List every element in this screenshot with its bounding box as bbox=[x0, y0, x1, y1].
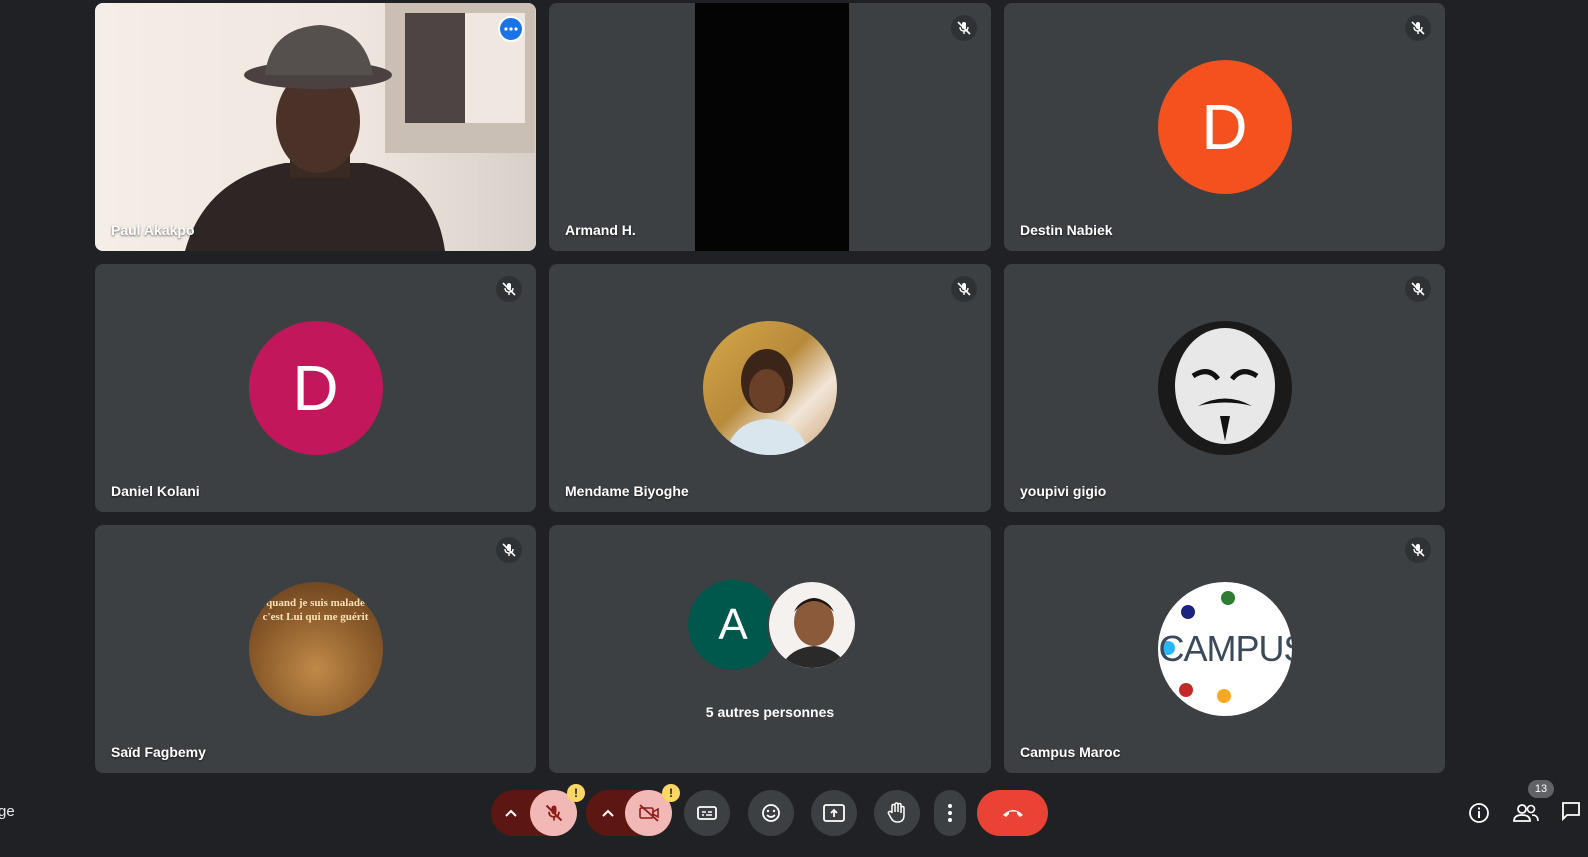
people-icon bbox=[1513, 804, 1539, 822]
mic-muted-icon bbox=[496, 276, 522, 302]
warning-badge: ! bbox=[662, 784, 680, 802]
chat-button[interactable] bbox=[1560, 800, 1588, 826]
mic-muted-icon bbox=[496, 537, 522, 563]
leave-call-button[interactable] bbox=[977, 790, 1048, 836]
video-feed-paul bbox=[95, 3, 536, 251]
participant-name: Daniel Kolani bbox=[111, 483, 200, 499]
info-icon bbox=[1469, 803, 1489, 823]
people-count-badge: 13 bbox=[1528, 780, 1554, 798]
participant-name: Saïd Fagbemy bbox=[111, 744, 206, 760]
camera-off-icon bbox=[638, 804, 659, 822]
chat-icon bbox=[1562, 802, 1580, 822]
tile-daniel-kolani[interactable]: D Daniel Kolani bbox=[95, 264, 536, 512]
avatar-mask-image bbox=[1157, 321, 1292, 455]
avatar-initial: D bbox=[1201, 91, 1248, 163]
avatar-image-text: quand je suis malade c'est Lui qui me gu… bbox=[262, 597, 369, 623]
reactions-button[interactable] bbox=[748, 790, 794, 836]
camera-toggle-button[interactable]: ! bbox=[625, 784, 680, 836]
raise-hand-button[interactable] bbox=[874, 790, 920, 836]
mic-muted-icon bbox=[951, 15, 977, 41]
mic-toggle-button[interactable]: ! bbox=[530, 784, 585, 836]
hand-icon bbox=[887, 802, 905, 823]
emoji-icon bbox=[762, 804, 780, 822]
present-screen-button[interactable] bbox=[811, 790, 857, 836]
avatar: A bbox=[688, 580, 778, 670]
more-vert-icon bbox=[948, 804, 952, 822]
chevron-up-icon bbox=[602, 809, 614, 817]
avatar: D bbox=[1157, 60, 1292, 194]
present-icon bbox=[823, 804, 845, 822]
more-options-button[interactable] bbox=[934, 790, 966, 836]
participant-name: Mendame Biyoghe bbox=[565, 483, 689, 499]
closed-captions-icon bbox=[697, 806, 717, 820]
participant-name: Paul Akakpo bbox=[111, 222, 195, 238]
end-call-icon bbox=[1002, 810, 1023, 817]
tile-mendame-biyoghe[interactable]: Mendame Biyoghe bbox=[549, 264, 991, 512]
mic-muted-icon bbox=[1405, 15, 1431, 41]
chevron-up-icon bbox=[505, 809, 517, 817]
avatar: D bbox=[248, 321, 383, 455]
mic-off-icon bbox=[545, 804, 562, 822]
avatar-image: quand je suis malade c'est Lui qui me gu… bbox=[248, 582, 383, 716]
participant-name: youpivi gigio bbox=[1020, 483, 1107, 499]
tile-campus-maroc[interactable]: CAMPUS Campus Maroc bbox=[1004, 525, 1445, 773]
tile-youpivi-gigio[interactable]: youpivi gigio bbox=[1004, 264, 1445, 512]
mic-muted-icon bbox=[1405, 537, 1431, 563]
tile-destin-nabiek[interactable]: D Destin Nabiek bbox=[1004, 3, 1445, 251]
mic-muted-icon bbox=[951, 276, 977, 302]
meeting-title-fragment: ge bbox=[0, 803, 15, 820]
tile-armand-h[interactable]: Armand H. bbox=[549, 3, 991, 251]
avatar-initial: D bbox=[292, 352, 339, 424]
tile-paul-akakpo[interactable]: Paul Akakpo bbox=[95, 3, 536, 251]
captions-button[interactable] bbox=[684, 790, 730, 836]
person-figure bbox=[185, 25, 445, 251]
participant-name: Destin Nabiek bbox=[1020, 222, 1113, 238]
tile-said-fagbemy[interactable]: quand je suis malade c'est Lui qui me gu… bbox=[95, 525, 536, 773]
people-button[interactable] bbox=[1512, 800, 1540, 826]
avatar-photo bbox=[703, 321, 837, 455]
video-feed-armand bbox=[695, 3, 849, 251]
more-options-icon[interactable] bbox=[498, 16, 524, 42]
participant-name: Armand H. bbox=[565, 222, 636, 238]
avatar-logo: CAMPUS bbox=[1157, 582, 1292, 716]
logo-text: CAMPUS bbox=[1158, 628, 1291, 669]
warning-badge: ! bbox=[567, 784, 585, 802]
mic-muted-icon bbox=[1405, 276, 1431, 302]
meeting-details-button[interactable] bbox=[1466, 800, 1492, 826]
others-label: 5 autres personnes bbox=[705, 704, 835, 720]
tile-others[interactable]: A 5 autres personnes bbox=[549, 525, 991, 773]
participant-name: Campus Maroc bbox=[1020, 744, 1121, 760]
avatar-initial: A bbox=[718, 600, 748, 649]
avatar-photo bbox=[767, 580, 857, 670]
